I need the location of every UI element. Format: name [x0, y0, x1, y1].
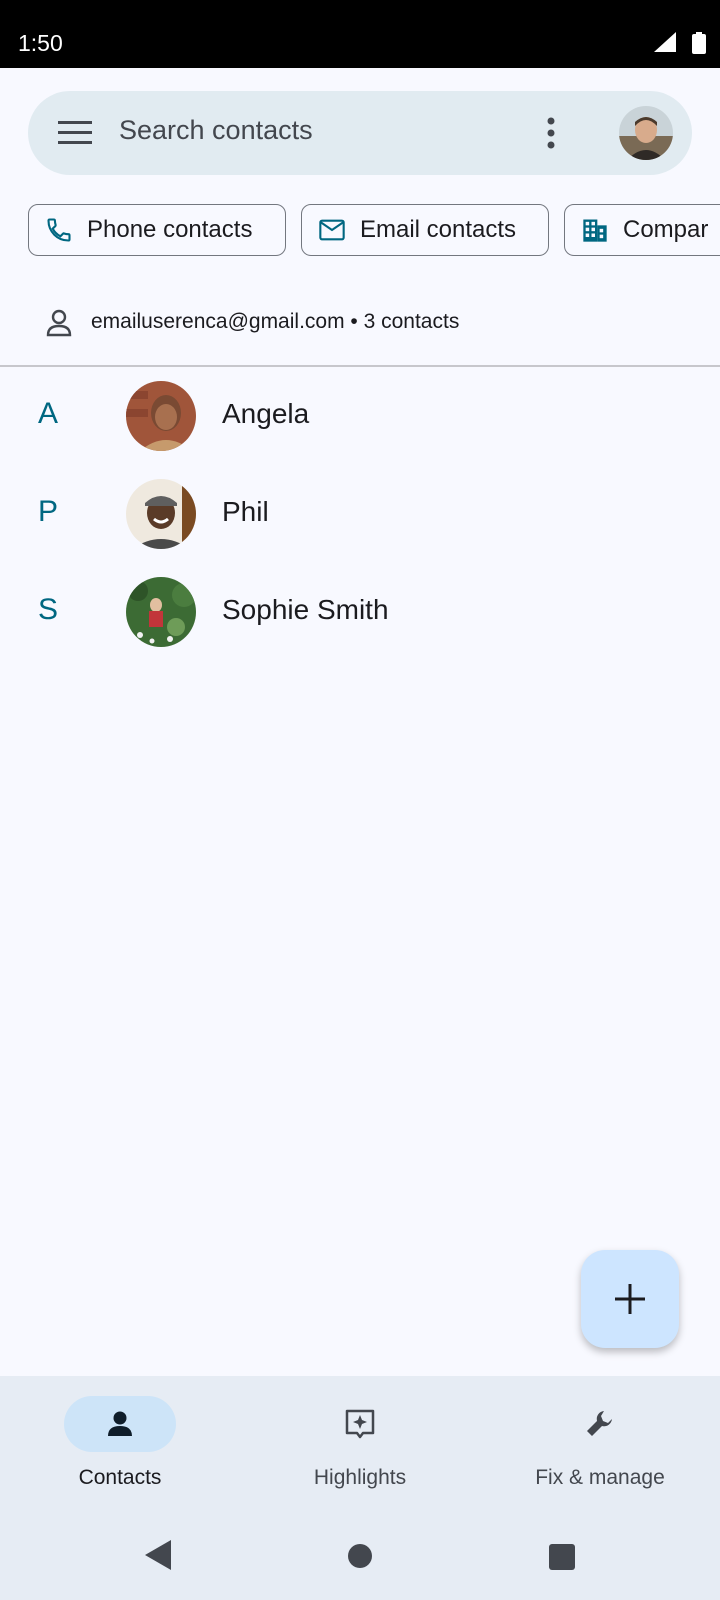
nav-fix-manage[interactable]: Fix & manage [500, 1396, 700, 1506]
contact-avatar [126, 479, 196, 549]
building-icon [583, 219, 607, 242]
account-summary: emailuserenca@gmail.com • 3 contacts [0, 288, 720, 366]
person-outline-icon [46, 309, 72, 337]
chip-companies[interactable]: Compar [564, 204, 720, 256]
contact-row-phil[interactable]: P Phil [0, 465, 720, 563]
account-avatar[interactable] [619, 106, 673, 160]
chip-label: Compar [623, 216, 709, 243]
chip-phone-contacts[interactable]: Phone contacts [28, 204, 286, 256]
status-time: 1:50 [18, 30, 63, 56]
search-input[interactable]: Search contacts [119, 115, 313, 146]
menu-icon[interactable] [58, 119, 92, 147]
sparkle-icon [345, 1409, 375, 1439]
nav-label: Fix & manage [535, 1466, 665, 1489]
account-text: emailuserenca@gmail.com • 3 contacts [91, 310, 460, 333]
chip-label: Email contacts [360, 216, 517, 243]
battery-icon [692, 32, 706, 54]
plus-icon [615, 1284, 645, 1314]
chip-label: Phone contacts [87, 216, 253, 243]
mail-icon [319, 219, 345, 241]
add-contact-button[interactable] [581, 1250, 679, 1348]
filter-chips: Phone contacts Email contacts Compar [28, 204, 720, 260]
chip-email-contacts[interactable]: Email contacts [301, 204, 549, 256]
section-letter: S [38, 593, 59, 626]
more-vert-icon[interactable] [543, 115, 559, 151]
contact-name: Sophie Smith [222, 594, 389, 625]
wrench-icon [587, 1411, 612, 1436]
nav-label: Highlights [313, 1466, 407, 1489]
home-icon[interactable] [348, 1544, 372, 1568]
contact-avatar [126, 577, 196, 647]
status-bar: 1:50 [0, 0, 720, 68]
recents-icon[interactable] [549, 1544, 575, 1570]
contact-row-angela[interactable]: A Angela [0, 367, 720, 465]
section-letter: A [38, 397, 59, 430]
nav-highlights[interactable]: Highlights [260, 1396, 460, 1506]
person-icon [108, 1411, 132, 1436]
contact-avatar [126, 381, 196, 451]
search-bar[interactable]: Search contacts [28, 91, 692, 175]
signal-icon [654, 32, 676, 52]
back-icon[interactable] [145, 1540, 171, 1570]
nav-contacts[interactable]: Contacts [20, 1396, 220, 1506]
contact-row-sophie-smith[interactable]: S Sophie Smith [0, 563, 720, 661]
section-letter: P [38, 495, 59, 528]
phone-icon [47, 218, 71, 242]
nav-label: Contacts [78, 1466, 162, 1489]
contact-name: Angela [222, 398, 310, 429]
contact-name: Phil [222, 496, 269, 527]
